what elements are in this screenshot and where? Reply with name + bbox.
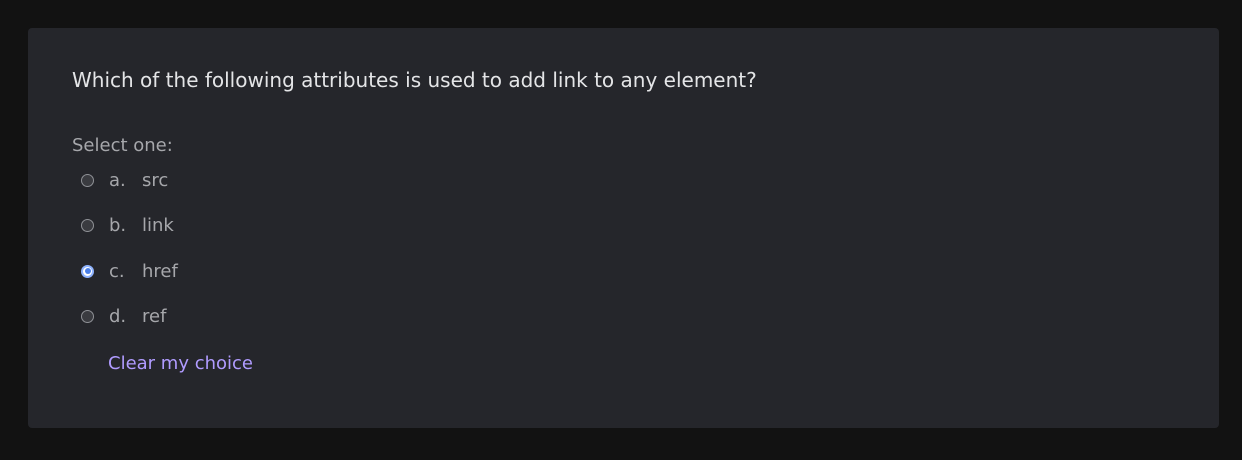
question-text: Which of the following attributes is use… bbox=[72, 68, 757, 92]
option-letter: a. bbox=[109, 169, 126, 191]
option-text: href bbox=[142, 260, 178, 282]
option-text: link bbox=[142, 214, 174, 236]
radio-button-icon[interactable] bbox=[81, 218, 94, 232]
option-c[interactable]: c. href bbox=[81, 260, 178, 282]
option-b[interactable]: b. link bbox=[81, 214, 174, 236]
clear-choice-link[interactable]: Clear my choice bbox=[108, 353, 253, 374]
option-letter: c. bbox=[109, 260, 125, 282]
option-letter: b. bbox=[109, 214, 127, 236]
select-one-label: Select one: bbox=[72, 135, 173, 156]
question-card: Which of the following attributes is use… bbox=[28, 28, 1219, 428]
option-d[interactable]: d. ref bbox=[81, 305, 166, 327]
option-letter: d. bbox=[109, 305, 127, 327]
option-text: ref bbox=[142, 305, 167, 327]
radio-button-icon[interactable] bbox=[81, 173, 94, 187]
option-a[interactable]: a. src bbox=[81, 169, 168, 191]
radio-button-checked-icon[interactable] bbox=[81, 264, 94, 278]
option-text: src bbox=[142, 169, 169, 191]
radio-button-icon[interactable] bbox=[81, 309, 94, 323]
